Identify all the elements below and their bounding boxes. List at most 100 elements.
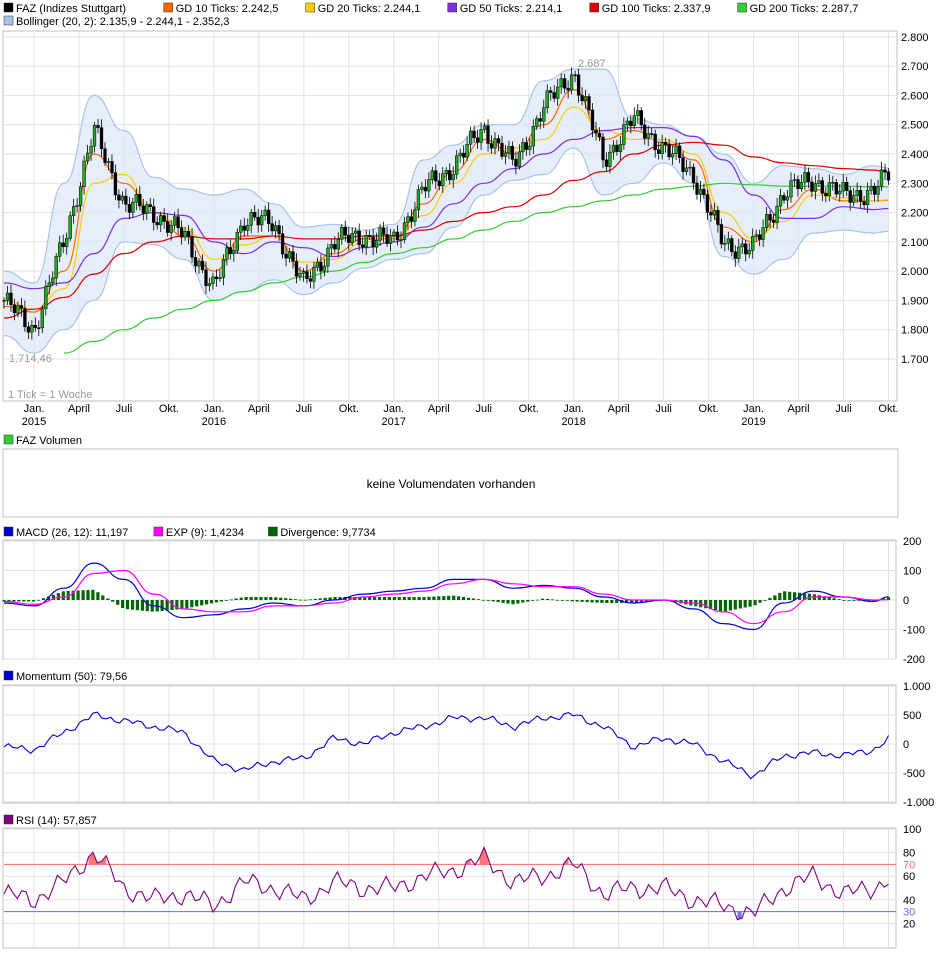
y-tick-label: 1.700 xyxy=(901,354,929,366)
divergence-bar xyxy=(293,599,298,600)
y-tick-label: 100 xyxy=(903,824,921,836)
candle-body xyxy=(482,125,487,130)
candle-body xyxy=(824,193,828,197)
candle-body xyxy=(110,161,114,173)
candle-body xyxy=(138,194,142,207)
candle-body xyxy=(364,235,368,248)
candle-body xyxy=(193,257,198,267)
divergence-bar xyxy=(224,600,228,601)
divergence-bar xyxy=(466,597,471,600)
divergence-bar xyxy=(714,600,718,611)
divergence-bar xyxy=(531,600,535,601)
divergence-bar xyxy=(837,599,841,600)
candle-body xyxy=(583,96,588,101)
candle-body xyxy=(761,227,765,240)
candle-body xyxy=(705,194,710,213)
divergence-bar xyxy=(452,595,456,600)
candle-body xyxy=(455,155,459,175)
candle-body xyxy=(9,292,13,305)
candle-body xyxy=(684,167,689,172)
candle-body xyxy=(688,166,692,169)
candle-body xyxy=(378,227,382,241)
legend-label: EXP (9): 1,4234 xyxy=(166,527,244,539)
candle-body xyxy=(576,74,581,96)
divergence-bar xyxy=(412,597,416,600)
divergence-bar xyxy=(763,600,767,601)
candle-body xyxy=(754,234,758,237)
candle-body xyxy=(650,133,654,135)
candle-body xyxy=(674,145,678,154)
divergence-bar xyxy=(96,592,100,600)
candle-body xyxy=(691,166,696,184)
candle-body xyxy=(472,130,476,139)
legend-swatch xyxy=(3,670,14,681)
x-tick-month: Okt. xyxy=(339,403,359,415)
legend-label: GD 10 Ticks: 2.242,5 xyxy=(176,3,279,15)
candle-body xyxy=(503,152,508,157)
momentum-legend: Momentum (50): 79,56 xyxy=(3,670,127,683)
candle-body xyxy=(23,308,27,328)
y-tick-label: 1.000 xyxy=(903,681,931,693)
candle-body xyxy=(552,92,556,99)
y-tick-label: 2.100 xyxy=(901,237,929,249)
divergence-bar xyxy=(546,598,550,600)
candle-body xyxy=(406,216,410,223)
divergence-bar xyxy=(269,597,273,600)
candle-body xyxy=(256,216,260,226)
candle-body xyxy=(510,146,515,160)
divergence-bar xyxy=(397,597,401,600)
candle-body xyxy=(385,234,389,244)
divergence-bar xyxy=(135,600,139,611)
candle-body xyxy=(197,260,201,267)
candle-body xyxy=(810,181,814,192)
macd-y-axis: -200 -100 0 100 200 xyxy=(903,536,925,666)
legend-swatch xyxy=(268,526,278,537)
candle-body xyxy=(308,278,313,282)
candle-body xyxy=(134,194,138,203)
divergence-bar xyxy=(590,600,594,603)
legend-swatch xyxy=(737,2,747,13)
candle-body xyxy=(862,201,866,206)
candle-body xyxy=(618,144,623,152)
candle-body xyxy=(709,212,713,216)
candle-body xyxy=(207,283,212,287)
main-legend: FAZ (Indizes Stuttgart) GD 10 Ticks: 2.24… xyxy=(3,2,858,28)
divergence-bar xyxy=(17,600,21,602)
divergence-bar xyxy=(111,600,115,602)
candle-body xyxy=(103,148,107,163)
x-tick-month: Juli xyxy=(835,403,852,415)
divergence-bar xyxy=(773,595,777,600)
divergence-bar xyxy=(27,600,31,602)
divergence-bar xyxy=(205,600,209,605)
candle-body xyxy=(758,234,762,240)
candle-body xyxy=(597,132,602,138)
divergence-bar xyxy=(41,598,46,600)
divergence-bar xyxy=(476,599,480,600)
y-tick-label: 20 xyxy=(903,918,915,930)
candle-body xyxy=(357,230,361,246)
candle-body xyxy=(235,231,239,251)
candle-body xyxy=(54,256,58,279)
candle-body xyxy=(44,286,48,310)
y-tick-label: -500 xyxy=(903,768,925,780)
legend-label: GD 50 Ticks: 2.214,1 xyxy=(460,3,563,15)
candle-body xyxy=(670,153,675,158)
candle-body xyxy=(858,190,863,202)
candle-body xyxy=(803,172,807,183)
candle-body xyxy=(246,224,250,231)
candle-body xyxy=(326,247,330,267)
x-tick-year: 2016 xyxy=(202,416,226,428)
candle-body xyxy=(336,239,340,250)
candle-body xyxy=(643,124,647,139)
x-tick-year: 2019 xyxy=(741,416,765,428)
divergence-bar xyxy=(121,600,125,608)
y-tick-label: -1.000 xyxy=(903,797,934,809)
divergence-bar xyxy=(76,590,80,600)
divergence-bar xyxy=(555,599,559,601)
candle-body xyxy=(347,234,351,243)
divergence-bar xyxy=(387,597,391,600)
divergence-bar xyxy=(382,597,387,600)
legend-label: FAZ (Indizes Stuttgart) xyxy=(16,3,126,15)
y-tick-label: 2.800 xyxy=(901,32,929,44)
candle-body xyxy=(33,325,37,329)
